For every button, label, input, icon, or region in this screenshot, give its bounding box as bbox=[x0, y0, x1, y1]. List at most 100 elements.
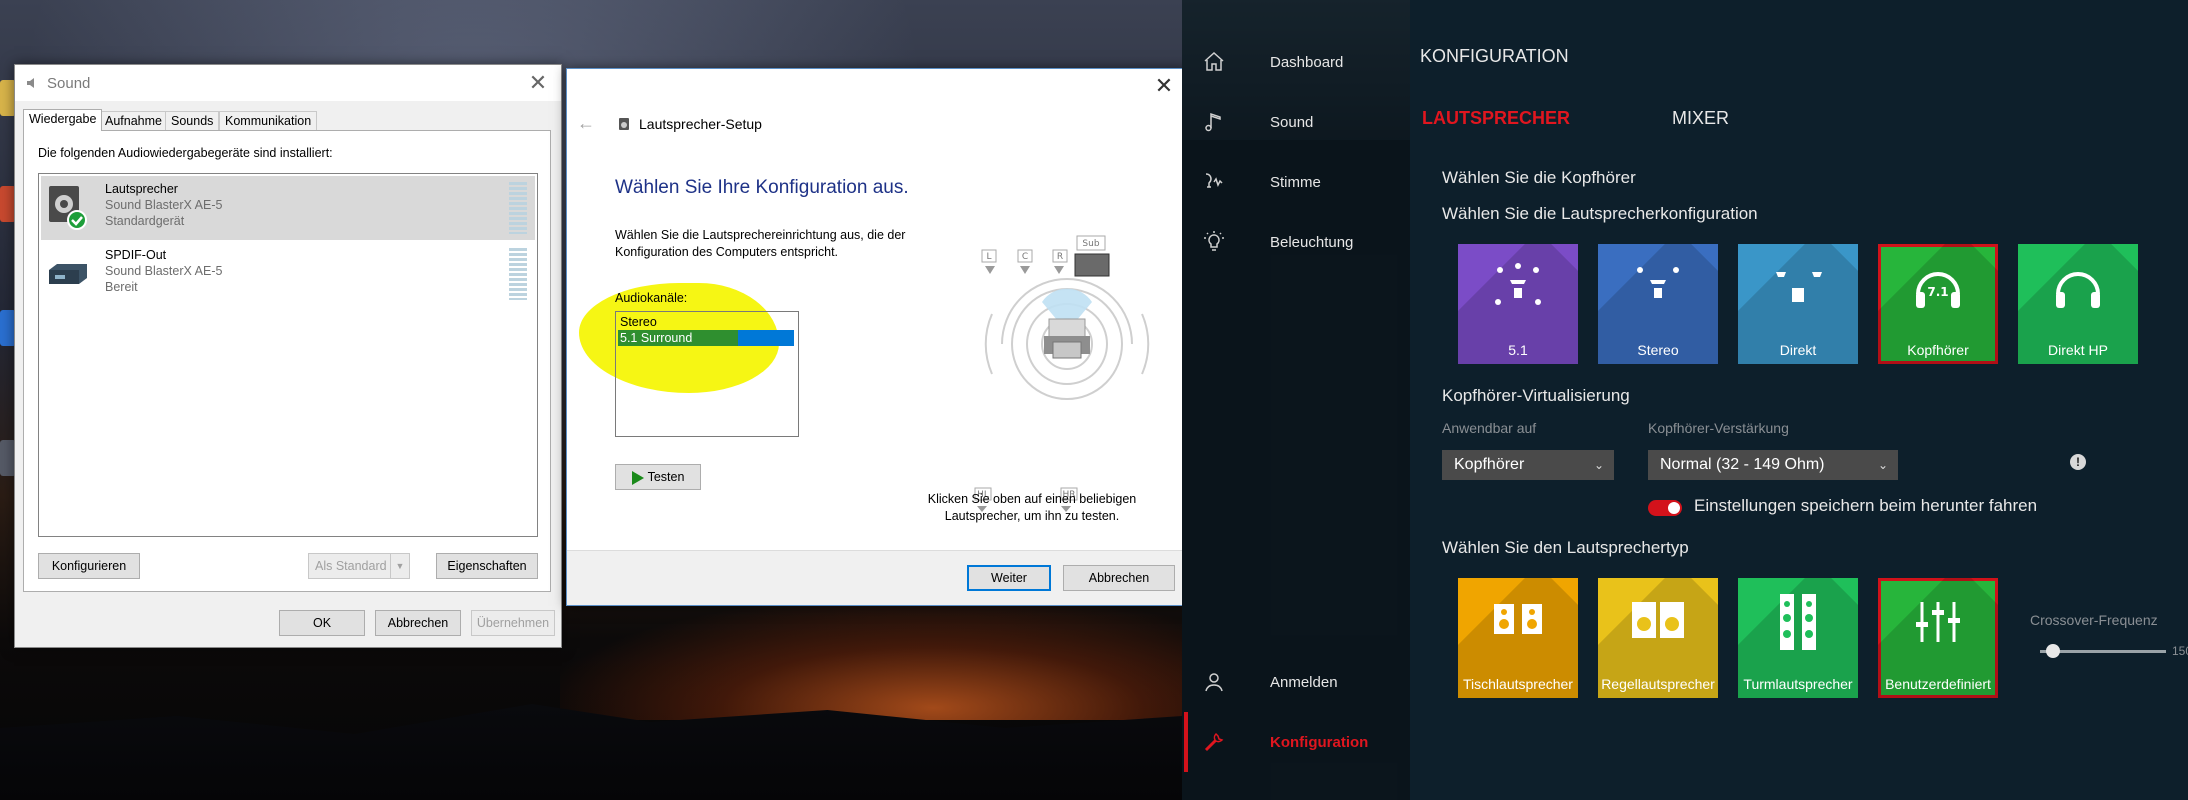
sidebar-item-label: Anmelden bbox=[1270, 674, 1338, 691]
tile-custom[interactable]: Benutzerdefiniert bbox=[1878, 578, 1998, 698]
next-button[interactable]: Weiter bbox=[967, 565, 1051, 591]
tab-sounds[interactable]: Sounds bbox=[165, 111, 220, 130]
tab-speakers[interactable]: LAUTSPRECHER bbox=[1422, 108, 1570, 129]
sidebar-item-sound[interactable]: Sound bbox=[1202, 108, 1402, 138]
properties-button[interactable]: Eigenschaften bbox=[436, 553, 538, 579]
wrench-icon bbox=[1204, 732, 1224, 752]
device-driver: Sound BlasterX AE-5 bbox=[105, 264, 223, 278]
apply-button[interactable]: Übernehmen bbox=[471, 610, 555, 636]
intro-text: Die folgenden Audiowiedergabegeräte sind… bbox=[38, 146, 333, 160]
tab-mixer[interactable]: MIXER bbox=[1672, 108, 1729, 129]
tab-aufnahme[interactable]: Aufnahme bbox=[99, 111, 168, 130]
spdif-device-icon bbox=[49, 264, 87, 284]
tab-wiedergabe[interactable]: Wiedergabe bbox=[23, 109, 103, 131]
shelf-speakers-icon bbox=[1632, 602, 1684, 638]
page-title: KONFIGURATION bbox=[1420, 46, 1569, 66]
set-default-button[interactable]: Als Standard ▼ bbox=[308, 553, 410, 579]
tile-label: Regellautsprecher bbox=[1601, 676, 1715, 692]
channel-option-surround[interactable]: 5.1 Surround bbox=[618, 330, 738, 346]
dialog-title: Lautsprecher-Setup bbox=[639, 116, 762, 132]
cancel-button[interactable]: Abbrechen bbox=[375, 610, 461, 636]
tile-label: Kopfhörer bbox=[1907, 342, 1969, 358]
tile-desktop-speakers[interactable]: Tischlautsprecher bbox=[1458, 578, 1578, 698]
back-arrow-icon[interactable]: ← bbox=[577, 113, 595, 134]
set-default-label: Als Standard bbox=[315, 559, 387, 573]
sound-titlebar[interactable]: Sound ✕ bbox=[15, 65, 561, 101]
info-icon[interactable]: ! bbox=[2070, 454, 2086, 470]
gain-value: Normal (32 - 149 Ohm) bbox=[1660, 456, 1825, 473]
channel-option-stereo[interactable]: Stereo bbox=[618, 314, 657, 330]
tile-label: Benutzerdefiniert bbox=[1885, 676, 1991, 692]
dialog-footer: Weiter Abbrechen bbox=[567, 550, 1187, 605]
desktop-speakers-icon bbox=[1494, 604, 1542, 634]
sidebar-item-label: Dashboard bbox=[1270, 54, 1344, 71]
headphones-icon bbox=[2056, 272, 2100, 308]
tile-label: Tischlautsprecher bbox=[1463, 676, 1573, 692]
level-meter bbox=[509, 182, 527, 234]
tile-direct[interactable]: Direkt bbox=[1738, 244, 1858, 364]
sidebar-item-label: Sound bbox=[1270, 114, 1314, 131]
chevron-down-icon: ⌄ bbox=[1877, 458, 1888, 472]
speaker-layout-diagram: L C R Sub HL HR bbox=[974, 235, 1150, 512]
ok-button[interactable]: OK bbox=[279, 610, 365, 636]
tile-tower-speakers[interactable]: Turmlautsprecher bbox=[1738, 578, 1858, 698]
playback-panel: Die folgenden Audiowiedergabegeräte sind… bbox=[23, 130, 551, 592]
choose-headphones-label: Wählen Sie die Kopfhörer bbox=[1442, 168, 1636, 187]
headphones-7-1-icon: 7.1 bbox=[1916, 272, 1960, 308]
applies-to-dropdown[interactable]: Kopfhörer ⌄ bbox=[1442, 450, 1614, 480]
sidebar-item-dashboard[interactable]: Dashboard bbox=[1202, 48, 1402, 78]
window-title: Sound bbox=[47, 75, 91, 92]
test-hint-text: Klicken Sie oben auf einen beliebigen La… bbox=[927, 492, 1137, 523]
active-indicator bbox=[1184, 712, 1188, 772]
save-settings-label: Einstellungen speichern beim herunter fa… bbox=[1694, 496, 2038, 515]
gain-label: Kopfhörer-Verstärkung bbox=[1648, 420, 1789, 436]
tab-kommunikation[interactable]: Kommunikation bbox=[219, 111, 318, 130]
sidebar-item-lighting[interactable]: Beleuchtung bbox=[1202, 228, 1402, 258]
tile-label: Direkt HP bbox=[2048, 342, 2108, 358]
crossover-value: 150 bbox=[2172, 644, 2188, 658]
device-name: SPDIF-Out bbox=[105, 248, 167, 262]
speaker-icon bbox=[27, 78, 34, 88]
surround-5-1-icon bbox=[1495, 263, 1541, 305]
chevron-down-icon[interactable]: ▼ bbox=[390, 554, 409, 578]
svg-text:7.1: 7.1 bbox=[1927, 285, 1948, 299]
device-item-spdif[interactable]: SPDIF-Out Sound BlasterX AE-5 Bereit bbox=[41, 242, 535, 306]
home-icon bbox=[1204, 51, 1224, 71]
sidebar-item-login[interactable]: Anmelden bbox=[1202, 668, 1402, 698]
choose-speaker-config-label: Wählen Sie die Lautsprecherkonfiguration bbox=[1442, 204, 1758, 223]
sidebar-item-voice[interactable]: Stimme bbox=[1202, 168, 1402, 198]
crossover-label: Crossover-Frequenz bbox=[2030, 612, 2158, 628]
sidebar-item-label: Konfiguration bbox=[1270, 734, 1369, 751]
play-icon bbox=[631, 470, 644, 485]
save-settings-toggle[interactable] bbox=[1648, 500, 1682, 516]
crossover-slider-handle[interactable] bbox=[2046, 644, 2060, 658]
tile-stereo[interactable]: Stereo bbox=[1598, 244, 1718, 364]
test-label: Testen bbox=[647, 470, 685, 484]
direct-icon bbox=[1776, 272, 1822, 302]
stereo-icon bbox=[1637, 267, 1679, 298]
tile-shelf-speakers[interactable]: Regellautsprecher bbox=[1598, 578, 1718, 698]
configure-button[interactable]: Konfigurieren bbox=[38, 553, 140, 579]
sidebar-item-configuration[interactable]: Konfiguration bbox=[1202, 728, 1402, 758]
test-button[interactable]: Testen bbox=[615, 464, 701, 490]
speaker-icon bbox=[619, 118, 629, 130]
device-status: Standardgerät bbox=[105, 214, 185, 228]
music-note-icon bbox=[1205, 112, 1221, 132]
tile-5-1[interactable]: 5.1 bbox=[1458, 244, 1578, 364]
lightbulb-icon bbox=[1204, 231, 1224, 251]
speaker-label-l: L bbox=[986, 252, 991, 262]
tile-label: Turmlautsprecher bbox=[1743, 676, 1853, 692]
channels-listbox[interactable]: Stereo 5.1 Surround bbox=[615, 311, 799, 437]
sidebar: Dashboard Sound Stimme Beleuchtung Anmel… bbox=[1182, 0, 1410, 800]
cancel-button[interactable]: Abbrechen bbox=[1063, 565, 1175, 591]
close-icon[interactable]: ✕ bbox=[525, 70, 551, 96]
applies-to-value: Kopfhörer bbox=[1454, 456, 1525, 473]
voice-icon bbox=[1205, 173, 1223, 188]
user-icon bbox=[1205, 673, 1223, 692]
gain-dropdown[interactable]: Normal (32 - 149 Ohm) ⌄ bbox=[1648, 450, 1898, 480]
close-icon[interactable]: ✕ bbox=[1151, 73, 1177, 99]
device-item-lautsprecher[interactable]: Lautsprecher Sound BlasterX AE-5 Standar… bbox=[41, 176, 535, 240]
tile-headphones[interactable]: 7.1 Kopfhörer bbox=[1878, 244, 1998, 364]
sidebar-item-label: Beleuchtung bbox=[1270, 234, 1354, 251]
tile-direct-hp[interactable]: Direkt HP bbox=[2018, 244, 2138, 364]
